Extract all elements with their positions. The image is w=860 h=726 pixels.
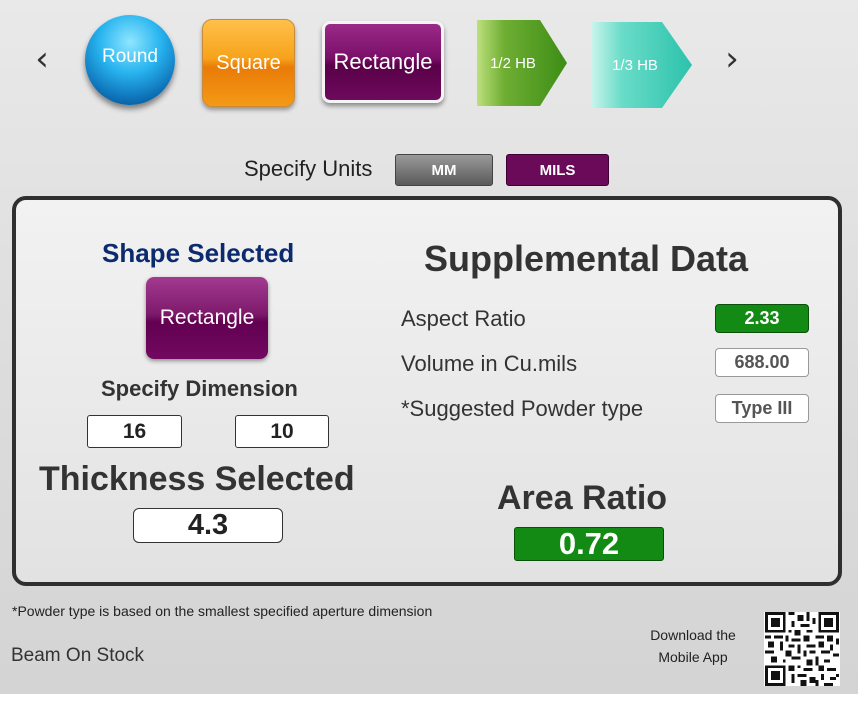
chevron-right-icon[interactable]: › xyxy=(720,42,744,78)
shape-third-hb-button[interactable]: 1/3 HB xyxy=(592,22,692,108)
powder-footnote: *Powder type is based on the smallest sp… xyxy=(12,603,433,619)
powder-type-label: *Suggested Powder type xyxy=(401,396,644,421)
selected-shape-badge: Rectangle xyxy=(146,277,268,359)
unit-mils-button[interactable]: MILS xyxy=(506,154,609,186)
company-name: Beam On Stock xyxy=(11,645,145,666)
shape-square-label: Square xyxy=(216,51,281,74)
chevron-left-icon[interactable]: ‹ xyxy=(30,42,54,78)
shape-third-hb-label: 1/3 HB xyxy=(612,56,658,74)
area-ratio-title: Area Ratio xyxy=(497,479,668,517)
dimension-2-input[interactable]: 10 xyxy=(235,415,329,448)
shape-rectangle-label: Rectangle xyxy=(333,49,433,74)
volume-label: Volume in Cu.mils xyxy=(401,351,578,376)
download-line-1: Download the xyxy=(650,627,736,643)
selected-shape-label: Rectangle xyxy=(159,306,255,329)
thickness-input[interactable]: 4.3 xyxy=(133,508,283,543)
shape-selected-title: Shape Selected xyxy=(102,238,295,268)
supplemental-data-title: Supplemental Data xyxy=(424,238,749,279)
unit-mm-button[interactable]: MM xyxy=(395,154,493,186)
units-label: Specify Units xyxy=(244,156,373,181)
area-ratio-value: 0.72 xyxy=(514,526,664,561)
dimension-1-input[interactable]: 16 xyxy=(87,415,182,448)
thickness-title: Thickness Selected xyxy=(39,460,355,498)
shape-round-button[interactable]: Round xyxy=(85,15,175,105)
download-app-text: Download the Mobile App xyxy=(636,624,750,668)
shape-half-hb-label: 1/2 HB xyxy=(490,54,536,72)
aspect-ratio-value: 2.33 xyxy=(715,304,809,333)
shape-square-button[interactable]: Square xyxy=(202,19,295,107)
shape-half-hb-button[interactable]: 1/2 HB xyxy=(477,20,567,106)
volume-value: 688.00 xyxy=(715,348,809,377)
qr-code-icon[interactable] xyxy=(764,612,840,686)
shape-round-label: Round xyxy=(102,46,158,67)
aspect-ratio-label: Aspect Ratio xyxy=(401,306,526,331)
app-window: ‹ Round Square Rectangle 1/2 HB 1/3 HB ›… xyxy=(0,0,858,694)
specify-dimension-label: Specify Dimension xyxy=(101,376,298,401)
powder-type-value: Type III xyxy=(715,394,809,423)
download-line-2: Mobile App xyxy=(658,649,728,665)
shape-rectangle-button[interactable]: Rectangle xyxy=(322,21,444,103)
